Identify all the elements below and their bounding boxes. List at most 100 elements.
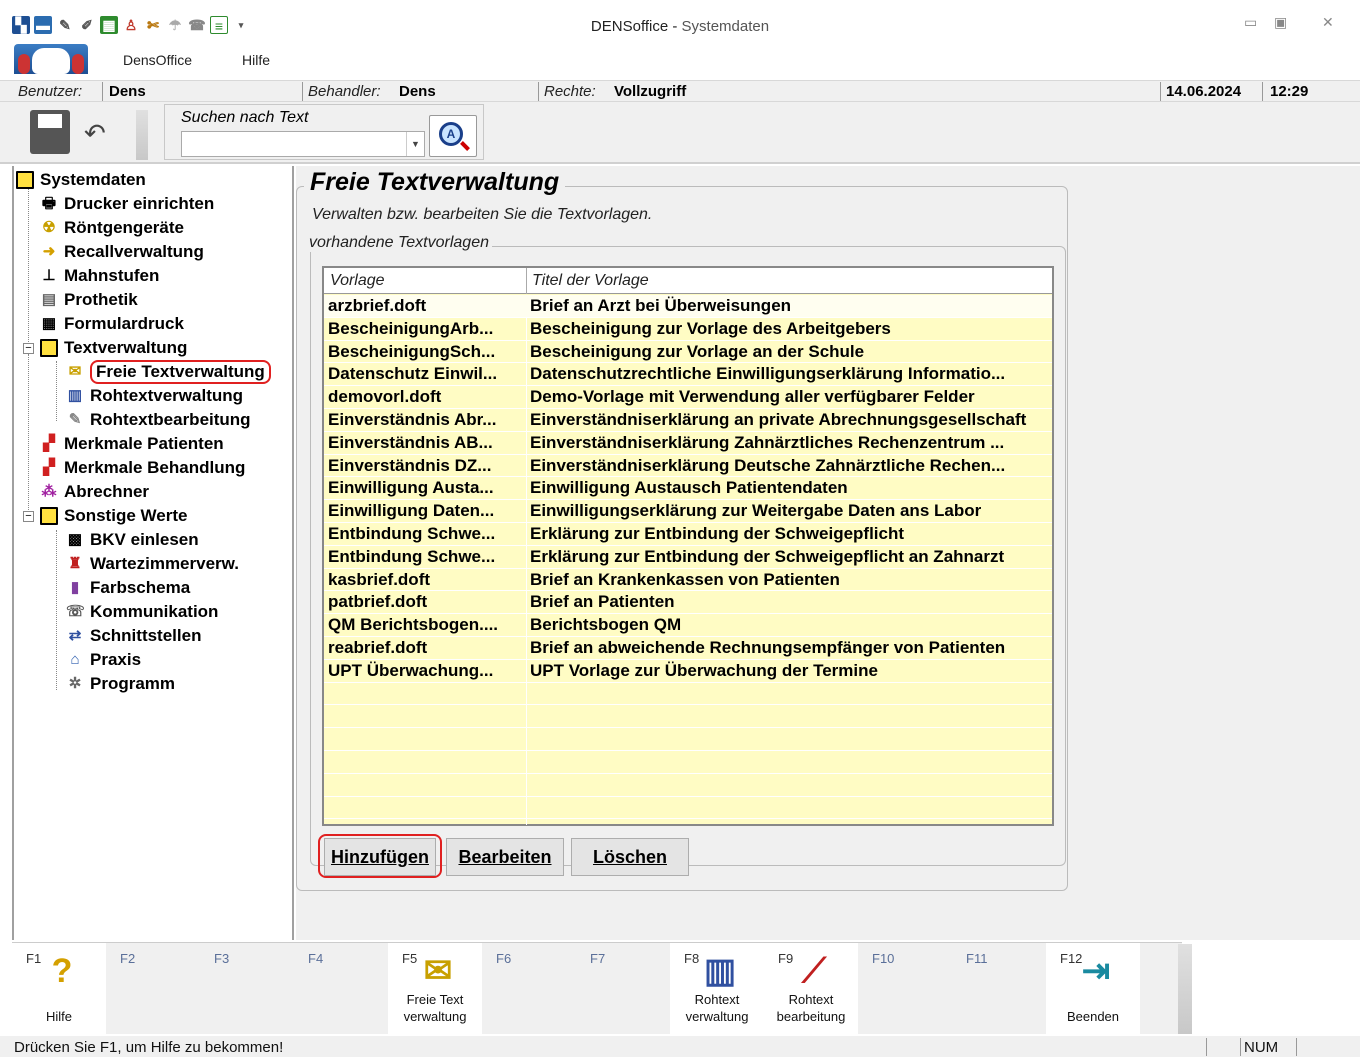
cell-titel: Einverständniserklärung Deutsche Zahnärz…	[530, 455, 1006, 475]
tree-item-textverwaltung[interactable]: Textverwaltung	[40, 336, 187, 360]
tree-item-rohtextverwaltung[interactable]: ▥ Rohtextverwaltung	[66, 384, 243, 408]
tree-item-label: Farbschema	[90, 578, 191, 597]
fkey-f9[interactable]: F9 ⟋ Rohtext bearbeitung	[764, 943, 858, 1035]
cell-vorlage: Einwilligung Daten...	[328, 501, 495, 521]
tree-item-label-selected: Freie Textverwaltung	[90, 360, 271, 384]
tree-item-freie-textverwaltung[interactable]: ✉ Freie Textverwaltung	[66, 360, 271, 384]
table-row[interactable]	[324, 774, 1052, 797]
table-row[interactable]: BescheinigungSch... Bescheinigung zur Vor…	[324, 341, 1052, 364]
table-row[interactable]: Entbindung Schwe... Erklärung zur Entbind…	[324, 523, 1052, 546]
rights-label: Rechte:	[544, 83, 596, 100]
minimize-icon[interactable]: ▭	[1244, 14, 1257, 31]
tree-item-rohtextbearbeitung[interactable]: ✎ Rohtextbearbeitung	[66, 408, 251, 432]
column-header-titel[interactable]: Titel der Vorlage	[532, 272, 649, 290]
table-row[interactable]: demovorl.doft Demo-Vorlage mit Verwendung…	[324, 386, 1052, 409]
tree-item-label: Praxis	[90, 650, 142, 669]
table-row[interactable]: arzbrief.doft Brief an Arzt bei Überweisu…	[324, 295, 1052, 318]
table-row[interactable]: kasbrief.doft Brief an Krankenkassen von …	[324, 569, 1052, 592]
tree-item-merkmale-behandlung[interactable]: ▞ Merkmale Behandlung	[40, 456, 245, 480]
delete-button[interactable]: Löschen	[571, 838, 689, 876]
menu-densoffice[interactable]: DensOffice	[123, 52, 192, 68]
app-logo[interactable]	[14, 44, 88, 74]
tree-item-programm[interactable]: ✲ Programm	[66, 672, 175, 696]
form-print-icon: ▦	[41, 315, 57, 332]
recall-icon: ➜	[42, 243, 56, 260]
tree-item-farbschema[interactable]: ▮ Farbschema	[66, 576, 190, 600]
column-header-vorlage[interactable]: Vorlage	[330, 272, 385, 290]
tree-item-schnittstellen[interactable]: ⇄ Schnittstellen	[66, 624, 202, 648]
tree-item-abrechner[interactable]: ⁂ Abrechner	[40, 480, 150, 504]
edit-button[interactable]: Bearbeiten	[446, 838, 564, 876]
find-text-button[interactable]: A	[429, 115, 477, 157]
table-row[interactable]: Einverständnis DZ... Einverständniserklär…	[324, 455, 1052, 478]
table-row[interactable]: patbrief.doft Brief an Patienten	[324, 591, 1052, 615]
table-row[interactable]: QM Berichtsbogen.... Berichtsbogen QM	[324, 614, 1052, 637]
fkey-f8[interactable]: F8 ▥ Rohtext verwaltung	[670, 943, 764, 1035]
collapse-textverwaltung-icon[interactable]: −	[23, 343, 34, 354]
table-row[interactable]	[324, 728, 1052, 751]
table-row[interactable]: Einwilligung Austa... Einwilligung Austau…	[324, 477, 1052, 501]
tree-item-mahnstufen[interactable]: ⊥ Mahnstufen	[40, 264, 159, 288]
menu-hilfe[interactable]: Hilfe	[242, 52, 270, 68]
tree-item-merkmale-patienten[interactable]: ▞ Merkmale Patienten	[40, 432, 223, 456]
tree-item-formulardruck[interactable]: ▦ Formulardruck	[40, 312, 184, 336]
fkey-number: F9	[778, 951, 794, 966]
free-text-icon: ✉	[423, 952, 453, 990]
toolbar-grip[interactable]	[136, 110, 148, 160]
table-row[interactable]	[324, 751, 1052, 774]
add-button-label: Hinzufügen	[331, 847, 429, 867]
chevron-down-icon[interactable]: ▼	[406, 132, 424, 156]
add-button[interactable]: Hinzufügen	[324, 838, 436, 876]
table-row[interactable]: Einwilligung Daten... Einwilligungserklär…	[324, 500, 1052, 523]
tree-item-label: Recallverwaltung	[64, 242, 204, 261]
cell-vorlage: UPT Überwachung...	[328, 660, 494, 680]
cell-vorlage: BescheinigungSch...	[328, 341, 496, 361]
fkeybar-grip[interactable]	[1178, 944, 1192, 1034]
table-row[interactable]	[324, 705, 1052, 729]
maximize-icon[interactable]: ▣	[1274, 14, 1287, 31]
fkey-f12[interactable]: F12 ⇥ Beenden	[1046, 943, 1140, 1035]
tree-item-drucker[interactable]: 🖶 Drucker einrichten	[40, 192, 214, 216]
tree-item-wartezimmer[interactable]: ♜ Wartezimmerverw.	[66, 552, 239, 576]
tree-item-bkv[interactable]: ▩ BKV einlesen	[66, 528, 199, 552]
fkey-f3: F3	[200, 943, 294, 1035]
table-row[interactable]: Entbindung Schwe... Erklärung zur Entbind…	[324, 546, 1052, 569]
search-input[interactable]	[182, 132, 402, 154]
tree-root[interactable]: Systemdaten	[16, 168, 146, 192]
tree-item-prothetik[interactable]: ▤ Prothetik	[40, 288, 138, 312]
fkey-f7: F7	[576, 943, 670, 1035]
folder-icon	[40, 507, 58, 525]
tree-item-roentgen[interactable]: ☢ Röntgengeräte	[40, 216, 184, 240]
cell-vorlage: Entbindung Schwe...	[328, 546, 496, 566]
tree-item-recall[interactable]: ➜ Recallverwaltung	[40, 240, 204, 264]
table-row[interactable]: Einverständnis Abr... Einverständniserklä…	[324, 409, 1052, 432]
table-row[interactable]	[324, 683, 1052, 706]
tree-item-sonstige-werte[interactable]: Sonstige Werte	[40, 504, 187, 528]
tree-item-label: Merkmale Behandlung	[64, 458, 246, 477]
search-combobox[interactable]: ▼	[181, 131, 425, 157]
collapse-sonstige-icon[interactable]: −	[23, 511, 34, 522]
tree-item-label: Wartezimmerverw.	[90, 554, 239, 573]
title-bar: ▚ ▬ ✎ ✐ ▦ ♙ ✄ ☂ ☎ ≡ ▾ DENSoffice - Syste…	[0, 0, 1360, 44]
search-label: Suchen nach Text	[181, 109, 309, 126]
fkey-f1[interactable]: F1? Hilfe	[12, 943, 106, 1035]
waiting-room-icon: ♜	[68, 555, 82, 572]
save-disk-icon[interactable]	[30, 110, 70, 154]
table-row[interactable]: Einverständnis AB... Einverständniserklär…	[324, 432, 1052, 455]
table-row[interactable]: Datenschutz Einwil... Datenschutzrechtlic…	[324, 363, 1052, 387]
window-title: DENSoffice - Systemdaten	[590, 18, 770, 35]
undo-icon[interactable]: ↶	[84, 118, 106, 149]
table-row[interactable]: reabrief.doft Brief an abweichende Rechnu…	[324, 637, 1052, 660]
tree-item-label: Rohtextbearbeitung	[90, 410, 251, 429]
close-icon[interactable]: ✕	[1322, 14, 1334, 31]
templates-grid[interactable]: Vorlage Titel der Vorlage arzbrief.doft B…	[322, 266, 1054, 826]
search-panel: Suchen nach Text ▼ A	[164, 104, 484, 160]
fkey-f5[interactable]: F5 ✉ Freie Text verwaltung	[388, 943, 482, 1035]
tree-item-kommunikation[interactable]: ☏ Kommunikation	[66, 600, 218, 624]
free-text-icon: ✉	[68, 363, 82, 380]
table-row[interactable]: UPT Überwachung... UPT Vorlage zur Überwa…	[324, 660, 1052, 683]
table-row[interactable]	[324, 797, 1052, 820]
tree-item-praxis[interactable]: ⌂ Praxis	[66, 648, 141, 672]
table-row[interactable]: BescheinigungArb... Bescheinigung zur Vor…	[324, 318, 1052, 341]
cell-vorlage: Einwilligung Austa...	[328, 478, 494, 498]
